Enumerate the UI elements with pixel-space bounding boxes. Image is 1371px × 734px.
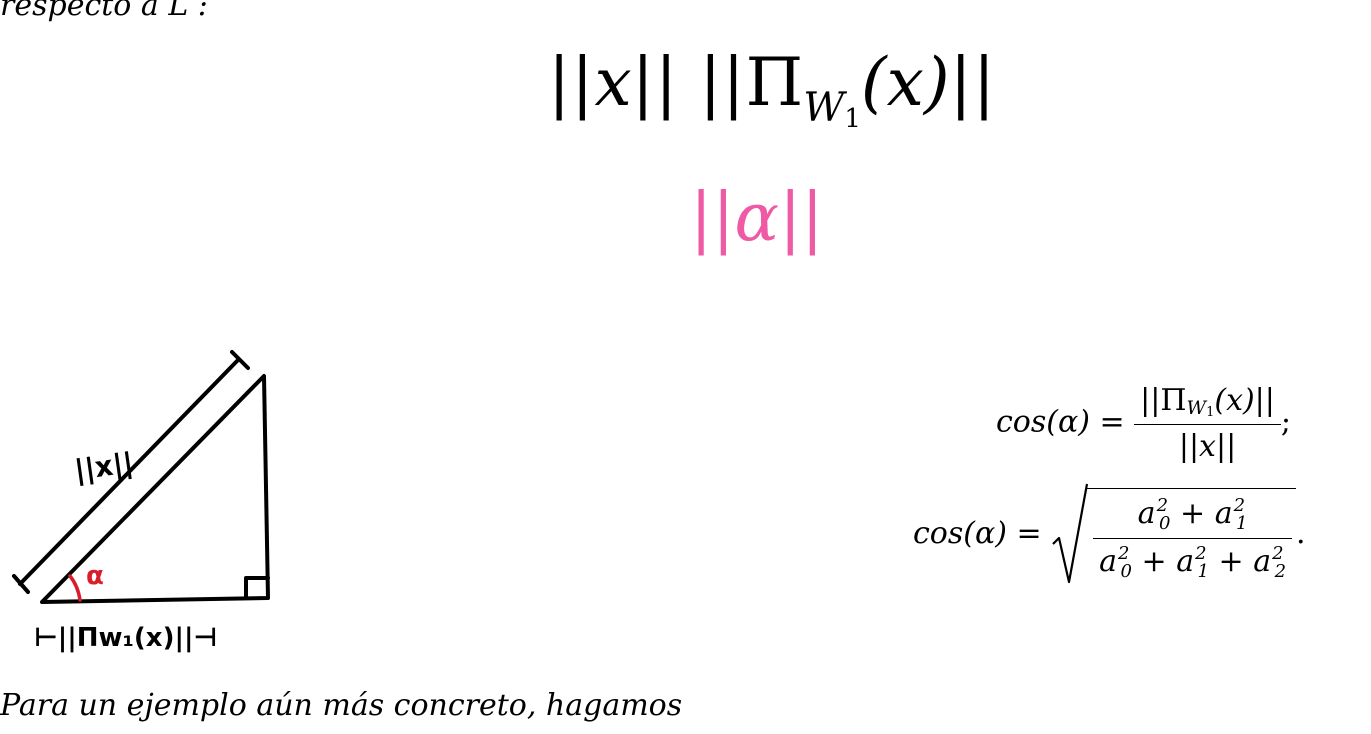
alpha-norm: ||α|| (690, 185, 824, 251)
projection-arg: (x) (860, 44, 950, 121)
hypotenuse-label: ||x|| (72, 446, 135, 487)
numerator: a20 + a21 (1093, 495, 1293, 539)
plus: + (1180, 496, 1206, 531)
cosine-formula-2: cos(α) = a20 + a21 a20 + a21 + a22 . (913, 483, 1306, 584)
pi-symbol: Π (745, 44, 804, 121)
norm-bar: || (690, 179, 735, 256)
norm-bar: || (699, 44, 746, 121)
formula-lhs: cos(α) = (913, 516, 1042, 551)
denominator: ||x|| (1178, 429, 1237, 464)
numerator: ||ΠW1(x)|| (1134, 383, 1281, 425)
triangle-sketch: α ||x|| ⊢||Πw₁(x)||⊣ (12, 350, 270, 653)
fraction: ||ΠW1(x)|| ||x|| (1134, 383, 1281, 464)
var-a: a (1176, 544, 1195, 579)
index: 0 (1159, 513, 1171, 534)
norms-equation: ||x|| ||ΠW1(x)|| (548, 50, 996, 134)
num-pre: ||Π (1140, 383, 1187, 418)
cosine-formula-1: cos(α) = ||ΠW1(x)|| ||x|| ; (996, 383, 1291, 464)
plus: + (1141, 544, 1167, 579)
right-angle-mark (244, 576, 270, 600)
angle-arc (68, 574, 82, 602)
index: 0 (1120, 561, 1132, 582)
var-x: x (594, 44, 632, 121)
denominator: a20 + a21 + a22 (1093, 539, 1292, 582)
fraction: a20 + a21 a20 + a21 + a22 (1093, 495, 1293, 582)
angle-label: α (86, 561, 104, 591)
index: 2 (1274, 561, 1287, 582)
var-a: a (1214, 496, 1233, 531)
alpha-symbol: α (734, 179, 780, 256)
var-a: a (1253, 544, 1272, 579)
num-post: (x)|| (1214, 383, 1275, 418)
index: 1 (1236, 513, 1248, 534)
triangle-outline (40, 374, 270, 604)
sub-w: W (1186, 397, 1207, 419)
norm-bar: || (779, 179, 824, 256)
period: . (1296, 516, 1306, 551)
subscript-w: W (803, 85, 845, 131)
square-root: a20 + a21 a20 + a21 + a22 (1051, 483, 1297, 584)
var-a: a (1099, 544, 1118, 579)
base-label: ⊢||Πw₁(x)||⊣ (34, 623, 217, 653)
norm-bar: || (949, 44, 997, 121)
norm-bar: || (631, 44, 679, 121)
radicand: a20 + a21 a20 + a21 + a22 (1087, 488, 1297, 582)
formula-lhs: cos(α) = (996, 404, 1125, 440)
top-text: respecto a L : (0, 0, 208, 23)
radical-sign-icon (1052, 483, 1089, 584)
subscript-1: 1 (844, 104, 861, 134)
bottom-text: Para un ejemplo aún más concreto, hagamo… (0, 688, 683, 723)
var-a: a (1137, 496, 1156, 531)
norm-bar: || (548, 44, 595, 121)
plus: + (1218, 544, 1244, 579)
index: 1 (1197, 561, 1209, 582)
semicolon: ; (1280, 404, 1292, 440)
